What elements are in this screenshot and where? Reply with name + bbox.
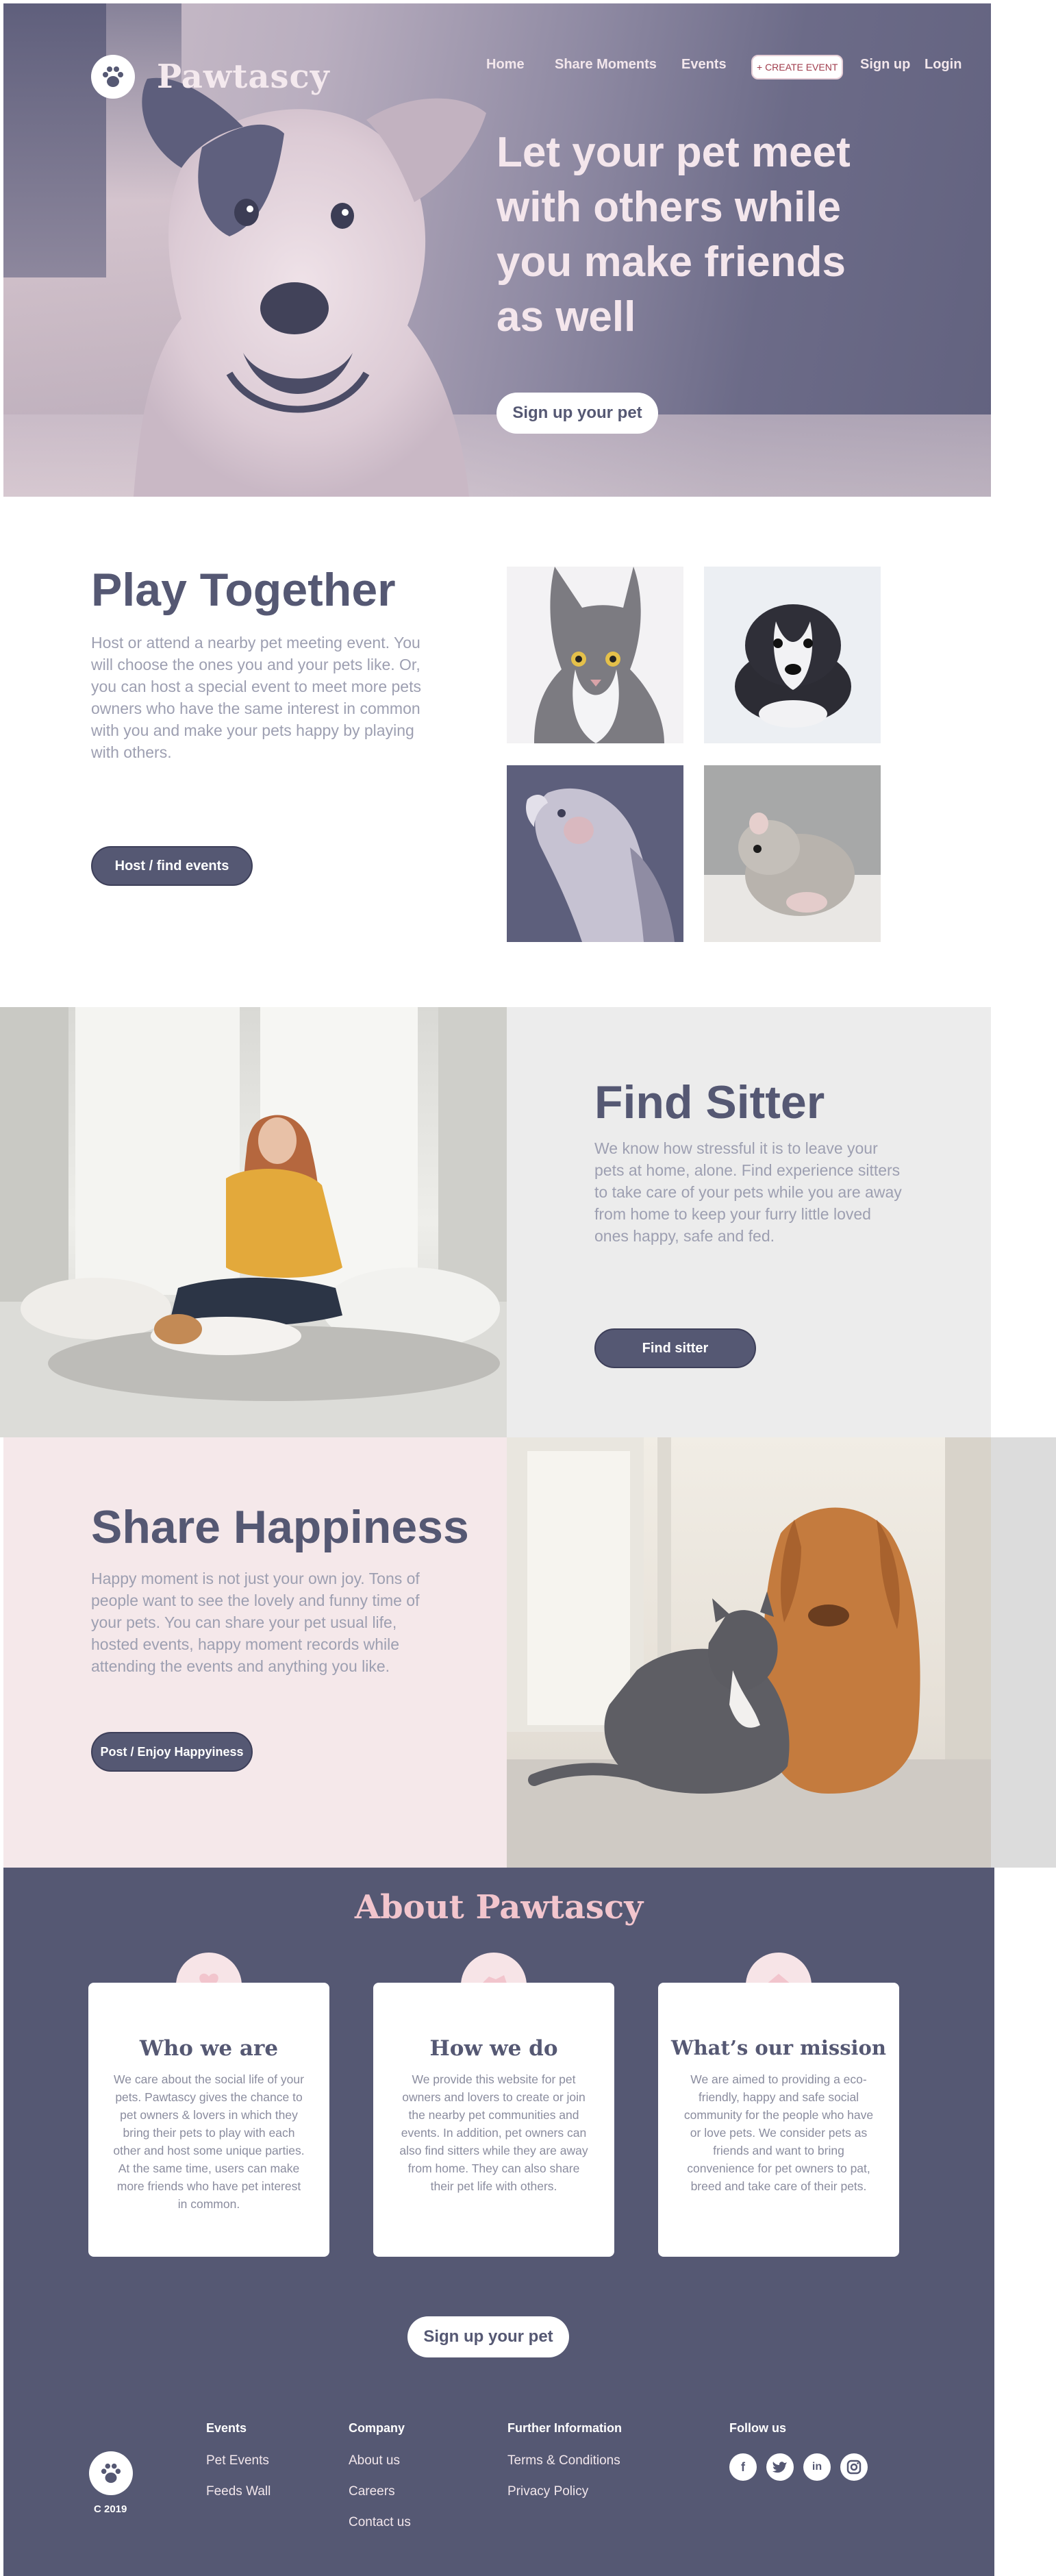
copyright: C 2019 — [94, 2503, 127, 2515]
hero-line: you make friends — [496, 238, 846, 286]
hero-section: Pawtascy Home Share Moments Events + CRE… — [3, 3, 991, 497]
footer-heading: Events — [206, 2421, 247, 2435]
card-title: What’s our mission — [671, 2036, 886, 2059]
find-sitter-panel: Find Sitter We know how stressful it is … — [507, 1007, 991, 1437]
footer-heading: Follow us — [729, 2421, 786, 2435]
footer-follow-column: Follow us f in — [729, 2421, 868, 2481]
share-happiness-text: Happy moment is not just your own joy. T… — [91, 1570, 420, 1675]
instagram-icon[interactable] — [840, 2453, 868, 2481]
page: Pawtascy Home Share Moments Events + CRE… — [0, 0, 1056, 2576]
how-we-do-card: How we do We provide this website for pe… — [373, 1983, 614, 2257]
cat-photo — [507, 567, 683, 743]
hero-line: Let your pet meet — [496, 129, 851, 176]
card-text: We provide this website for pet owners a… — [399, 2072, 588, 2193]
play-together-title: Play Together — [91, 564, 396, 616]
linkedin-icon[interactable]: in — [803, 2453, 831, 2481]
card-title: Who we are — [139, 2036, 279, 2061]
hero-line: with others while — [496, 184, 841, 231]
card-text: We care about the social life of your pe… — [113, 2072, 305, 2211]
about-title: About Pawtascy — [354, 1888, 644, 1927]
hero-headline: Let your pet meet with others while you … — [496, 125, 907, 345]
host-find-events-button[interactable]: Host / find events — [91, 846, 253, 886]
footer-link-contact-us[interactable]: Contact us — [349, 2515, 411, 2530]
hero-line: as well — [496, 293, 636, 340]
nav-share-moments[interactable]: Share Moments — [555, 57, 657, 73]
footer-events-column: Events Pet Events Feeds Wall — [206, 2421, 271, 2515]
hamster-photo — [704, 765, 881, 942]
dog-photo — [134, 77, 486, 497]
footer-info-column: Further Information Terms & Conditions P… — [507, 2421, 622, 2515]
facebook-icon[interactable]: f — [729, 2453, 757, 2481]
dog-and-cat-photo — [507, 1437, 991, 1868]
nav-home[interactable]: Home — [486, 57, 525, 73]
about-signup-button[interactable]: Sign up your pet — [407, 2316, 569, 2357]
footer-heading: Company — [349, 2421, 405, 2435]
nav-events[interactable]: Events — [681, 57, 727, 73]
footer-link-about-us[interactable]: About us — [349, 2453, 411, 2468]
create-event-button[interactable]: + CREATE EVENT — [751, 55, 844, 79]
footer-company-column: Company About us Careers Contact us — [349, 2421, 411, 2546]
hero-signup-button[interactable]: Sign up your pet — [496, 393, 658, 434]
find-sitter-text: We know how stressful it is to leave you… — [594, 1139, 902, 1245]
footer-heading: Further Information — [507, 2421, 622, 2435]
card-text: We are aimed to providing a eco-friendly… — [683, 2072, 874, 2193]
twitter-icon[interactable] — [766, 2453, 794, 2481]
footer-link-terms[interactable]: Terms & Conditions — [507, 2453, 622, 2468]
about-section: About Pawtascy Who we are We care about … — [3, 1868, 994, 2576]
play-together-text: Host or attend a nearby pet meeting even… — [91, 634, 421, 761]
hero-window — [3, 3, 106, 277]
nav-login[interactable]: Login — [925, 57, 961, 73]
parrot-photo — [507, 765, 683, 942]
mission-card: What’s our mission We are aimed to provi… — [658, 1983, 899, 2257]
footer-link-privacy[interactable]: Privacy Policy — [507, 2484, 622, 2499]
footer-link-pet-events[interactable]: Pet Events — [206, 2453, 271, 2468]
share-happiness-title: Share Happiness — [91, 1501, 469, 1553]
woman-with-dog-photo — [0, 1007, 507, 1437]
share-happiness-panel: Share Happiness Happy moment is not just… — [3, 1437, 507, 1868]
find-sitter-button[interactable]: Find sitter — [594, 1328, 756, 1368]
puppy-photo — [704, 567, 881, 743]
footer-paw-logo[interactable] — [89, 2451, 133, 2495]
social-links: f in — [729, 2453, 868, 2481]
find-sitter-title: Find Sitter — [594, 1076, 825, 1128]
card-title: How we do — [429, 2036, 558, 2061]
post-enjoy-happiness-button[interactable]: Post / Enjoy Happyiness — [91, 1732, 253, 1772]
footer-link-careers[interactable]: Careers — [349, 2484, 411, 2499]
top-nav: Home Share Moments Events + CREATE EVENT… — [3, 55, 991, 79]
nav-sign-up[interactable]: Sign up — [860, 57, 910, 73]
side-panel — [991, 1437, 1056, 1868]
footer-link-feeds-wall[interactable]: Feeds Wall — [206, 2484, 271, 2499]
who-we-are-card: Who we are We care about the social life… — [88, 1983, 329, 2257]
